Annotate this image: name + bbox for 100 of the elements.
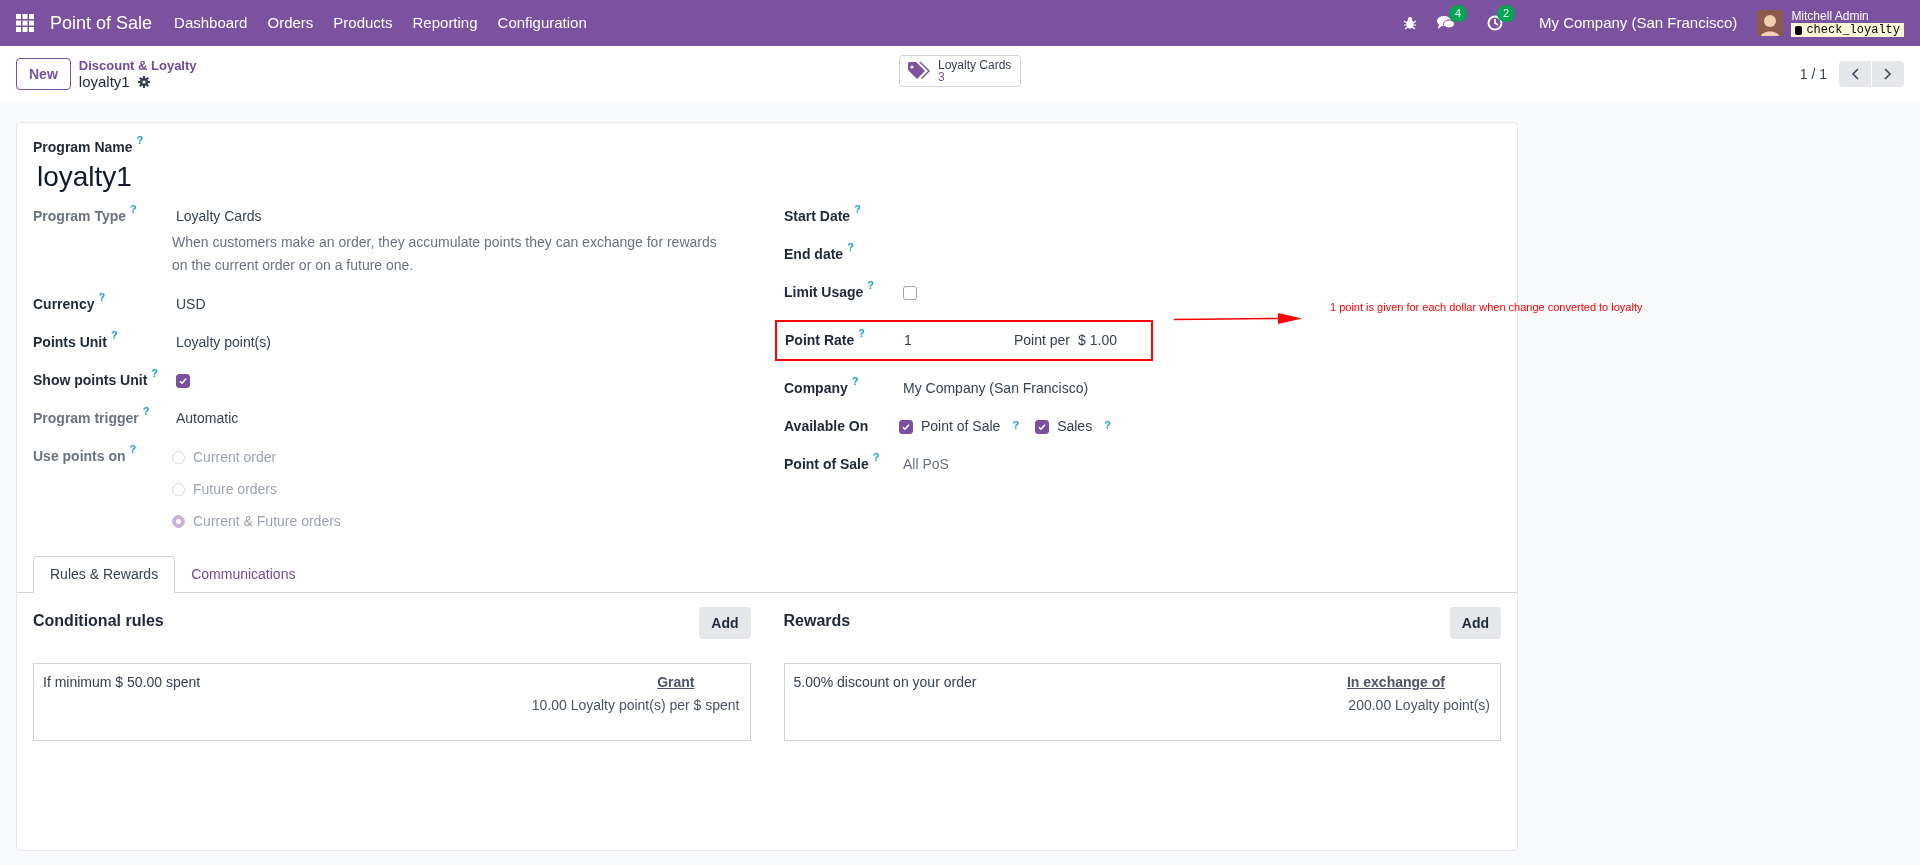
avatar-icon[interactable] xyxy=(1757,10,1784,36)
checkbox-label: Sales xyxy=(1057,417,1093,436)
checkbox-label: Point of Sale xyxy=(921,417,1001,436)
field-value: My Company (San Francisco) xyxy=(902,379,1090,398)
bug-icon[interactable] xyxy=(1402,16,1417,30)
help-tooltip-mark[interactable]: ? xyxy=(847,241,854,253)
radio-button[interactable] xyxy=(172,515,185,528)
company-switcher[interactable]: My Company (San Francisco) xyxy=(1538,11,1738,35)
menu-item[interactable]: Products xyxy=(323,11,403,35)
field-label: Show points Unit xyxy=(33,371,148,390)
menu-item[interactable]: Configuration xyxy=(487,11,597,35)
field-label: Program Type xyxy=(33,207,127,226)
record-title: loyalty1 xyxy=(78,74,130,90)
help-tooltip-mark[interactable]: ? xyxy=(110,329,118,341)
column-title: Grant xyxy=(657,673,696,692)
help-tooltip-mark[interactable]: ? xyxy=(136,134,144,146)
field-label: Limit Usage xyxy=(784,283,864,302)
rule-text: If minimum $ 50.00 spent xyxy=(43,673,201,692)
clock-icon[interactable] xyxy=(1486,15,1503,31)
section-title: Rewards xyxy=(783,611,851,631)
section-title: Conditional rules xyxy=(33,611,164,631)
field-value: USD xyxy=(175,295,207,314)
annotation-note: 1 point is given for each dollar when change converted to loyalty xyxy=(1330,299,1643,315)
pager-value[interactable]: 1 / 1 xyxy=(1799,63,1827,85)
rate-amount: $ 1.00 xyxy=(1078,331,1117,350)
rule-detail: 200.00 Loyalty point(s) xyxy=(1348,696,1490,715)
field-label: Point of Sale xyxy=(784,455,869,474)
add-button[interactable]: Add xyxy=(699,607,751,639)
radio-label: Current & Future orders xyxy=(193,512,341,531)
help-tooltip-mark[interactable]: ? xyxy=(151,367,159,379)
help-tooltip-mark[interactable]: ? xyxy=(129,443,137,455)
chevron-left-icon xyxy=(1851,68,1859,80)
checked-checkbox[interactable] xyxy=(1035,419,1050,434)
checkmark-icon xyxy=(901,421,911,432)
tags-icon xyxy=(908,62,930,80)
field-label: Use points on xyxy=(33,447,126,466)
user-name[interactable]: Mitchell Admin xyxy=(1791,9,1904,23)
smart-button-label: Loyalty Cards xyxy=(938,59,1012,71)
smart-button[interactable]: Loyalty Cards 3 xyxy=(899,55,1021,87)
next-button[interactable] xyxy=(1872,61,1904,87)
app-title[interactable]: Point of Sale xyxy=(50,9,153,37)
list-card[interactable]: If minimum $ 50.00 spent Grant 10.00 Loyalty point(s) per $ spent xyxy=(33,663,751,741)
checkmark-icon xyxy=(178,376,188,386)
field-label: Program trigger xyxy=(33,409,139,428)
help-tooltip-mark[interactable]: ? xyxy=(1012,419,1020,431)
field-value: Loyalty Cards xyxy=(175,207,263,226)
help-tooltip-mark[interactable]: ? xyxy=(851,375,859,387)
field-description: When customers make an order, they accumulate points they can exchange for rewards on the current order or on a future one. xyxy=(172,233,718,275)
field-label: Company xyxy=(784,379,848,398)
field-label: Available On xyxy=(784,417,869,436)
field-value: Loyalty point(s) xyxy=(175,333,272,352)
checkbox[interactable] xyxy=(903,286,917,300)
checkmark-icon xyxy=(1037,421,1048,432)
field-value: Automatic xyxy=(175,409,240,428)
program-name-field[interactable]: loyalty1 xyxy=(33,158,1501,196)
count-badge: 4 xyxy=(1448,5,1468,22)
radio-label: Current order xyxy=(193,448,277,467)
rate-unit: Point per xyxy=(1013,331,1071,350)
field-label: Point Rate xyxy=(785,331,855,350)
help-tooltip-mark[interactable]: ? xyxy=(1104,419,1111,431)
field-label: Points Unit xyxy=(33,333,107,352)
radio-label: Future orders xyxy=(193,480,278,499)
help-tooltip-mark[interactable]: ? xyxy=(142,405,150,417)
smart-button-count: 3 xyxy=(938,71,945,83)
help-tooltip-mark[interactable]: ? xyxy=(854,203,861,215)
help-tooltip-mark[interactable]: ? xyxy=(98,291,106,303)
help-tooltip-mark[interactable]: ? xyxy=(872,451,880,463)
database-badge: check_loyalty xyxy=(1791,23,1904,37)
help-tooltip-mark[interactable]: ? xyxy=(858,327,865,339)
menu-item[interactable]: Reporting xyxy=(402,11,488,35)
new-button[interactable]: New xyxy=(16,58,71,90)
field-label: Start Date xyxy=(784,207,851,226)
field-label: Currency xyxy=(33,295,95,314)
rate-value[interactable]: 1 xyxy=(900,330,1012,351)
field-placeholder[interactable]: All PoS xyxy=(899,454,1501,475)
chat-icon[interactable] xyxy=(1436,15,1455,31)
rule-detail: 10.00 Loyalty point(s) per $ spent xyxy=(531,696,740,715)
column-title: In exchange of xyxy=(1346,673,1446,692)
field-label: Program Name xyxy=(33,138,133,157)
checked-checkbox[interactable] xyxy=(899,419,913,434)
help-tooltip-mark[interactable]: ? xyxy=(867,279,875,291)
previous-button[interactable] xyxy=(1839,61,1871,87)
count-badge: 2 xyxy=(1496,5,1516,22)
apps-grid-icon[interactable] xyxy=(16,14,34,32)
help-tooltip-mark[interactable]: ? xyxy=(130,203,137,215)
list-card[interactable]: 5.00% discount on your order In exchange of 200.00 Loyalty point(s) xyxy=(783,663,1501,741)
tab[interactable]: Communications xyxy=(175,556,312,593)
rule-text: 5.00% discount on your order xyxy=(793,673,977,692)
menu-item[interactable]: Orders xyxy=(257,11,324,35)
breadcrumb-link[interactable]: Discount & Loyalty xyxy=(78,58,197,74)
menu-item[interactable]: Dashboard xyxy=(164,11,258,35)
tab[interactable]: Rules & Rewards xyxy=(33,556,176,593)
radio-button[interactable] xyxy=(172,483,185,496)
checked-checkbox[interactable] xyxy=(176,374,190,388)
chevron-right-icon xyxy=(1884,68,1892,80)
field-label: End date xyxy=(784,245,844,264)
settings-icon[interactable] xyxy=(137,76,150,88)
radio-button[interactable] xyxy=(172,451,185,464)
add-button[interactable]: Add xyxy=(1449,607,1501,639)
database-icon xyxy=(1795,25,1803,35)
